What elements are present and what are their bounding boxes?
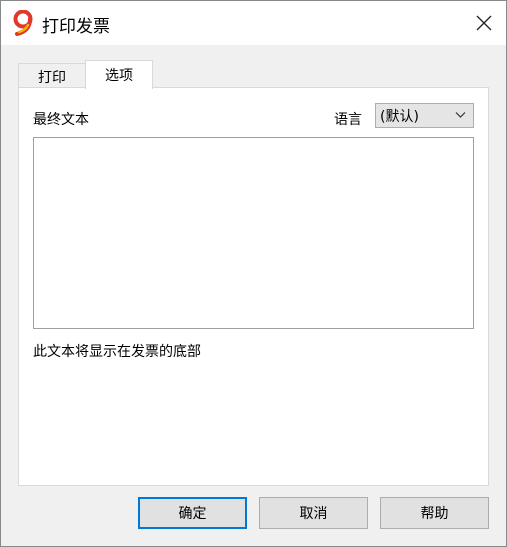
ok-button[interactable]: 确定 bbox=[138, 497, 247, 529]
tab-label: 打印 bbox=[38, 69, 66, 86]
language-select-value: (默认) bbox=[380, 108, 419, 125]
close-button[interactable] bbox=[461, 1, 506, 45]
close-icon bbox=[476, 15, 491, 31]
help-button[interactable]: 帮助 bbox=[380, 497, 489, 529]
tab-options[interactable]: 选项 bbox=[85, 60, 153, 89]
chevron-down-icon bbox=[455, 112, 466, 118]
final-text-hint: 此文本将显示在发票的底部 bbox=[33, 344, 201, 360]
language-label: 语言 bbox=[334, 112, 362, 128]
app-logo-icon bbox=[13, 10, 33, 36]
ok-button-label: 确定 bbox=[178, 506, 207, 522]
final-text-input[interactable] bbox=[33, 137, 474, 329]
tab-print[interactable]: 打印 bbox=[18, 63, 86, 89]
cancel-button-label: 取消 bbox=[299, 506, 328, 522]
options-panel: 最终文本 语言 (默认) 此文本将显示在发票的底部 bbox=[18, 87, 489, 486]
print-invoice-dialog: 打印发票 打印 选项 最终文本 语言 (默认) 此文本将显示在发票的底部 确定 … bbox=[0, 0, 507, 547]
help-button-label: 帮助 bbox=[420, 506, 449, 522]
tab-label: 选项 bbox=[105, 68, 133, 84]
language-select[interactable]: (默认) bbox=[375, 103, 474, 128]
window-title: 打印发票 bbox=[42, 17, 110, 37]
cancel-button[interactable]: 取消 bbox=[259, 497, 368, 529]
title-bar: 打印发票 bbox=[1, 1, 506, 45]
final-text-label: 最终文本 bbox=[33, 112, 89, 128]
